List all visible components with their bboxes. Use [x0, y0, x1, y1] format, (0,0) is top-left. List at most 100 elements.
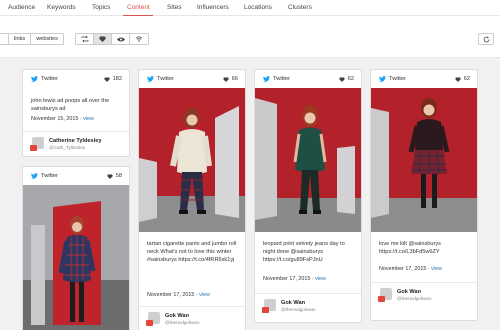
- post-card[interactable]: Twitter 62 love me kilt @sainsburys http…: [370, 69, 478, 321]
- post-author[interactable]: Catherine Tyldesley @Cath_Tyldesley: [23, 131, 129, 156]
- signal-button[interactable]: [130, 34, 148, 44]
- heart-icon: [339, 76, 345, 82]
- author-name: Catherine Tyldesley: [49, 138, 102, 144]
- post-source: Twitter: [31, 76, 58, 82]
- top-nav: Audience Keywords Topics Content Sites I…: [0, 0, 500, 16]
- avatar: [262, 299, 276, 313]
- author-name: Gok Wan: [165, 313, 190, 319]
- post-source: Twitter: [147, 76, 174, 82]
- nav-item-audience[interactable]: Audience: [8, 4, 35, 11]
- post-text: tartan cigarette pants and jumbo roll ne…: [147, 241, 237, 263]
- nav-item-keywords[interactable]: Keywords: [47, 4, 76, 11]
- view-link[interactable]: view: [83, 116, 94, 122]
- post-text: john lewis ad poops all over the sainsbu…: [31, 98, 110, 112]
- post-photo[interactable]: [371, 88, 478, 232]
- source-label: Twitter: [389, 76, 407, 82]
- source-label: Twitter: [157, 76, 175, 82]
- author-handle: @therealgokwan: [397, 296, 432, 301]
- post-photo[interactable]: [255, 88, 362, 232]
- likes-value: 62: [347, 76, 354, 82]
- twitter-icon: [31, 76, 38, 82]
- card-header: Twitter 62: [255, 70, 361, 88]
- heart-button[interactable]: [94, 34, 112, 44]
- twitter-icon: [379, 76, 386, 82]
- post-date: November 17, 2015 · view: [379, 266, 442, 272]
- author-name: Gok Wan: [397, 289, 422, 295]
- post-date: November 15, 2015 · view: [31, 116, 94, 122]
- avatar: [378, 288, 392, 302]
- post-author[interactable]: Gok Wan @therealgokwan: [255, 293, 361, 319]
- view-link[interactable]: view: [199, 292, 210, 298]
- date-text: November 15, 2015: [31, 116, 79, 122]
- eye-icon: [116, 37, 125, 41]
- source-label: Twitter: [41, 76, 59, 82]
- refresh-button[interactable]: [478, 33, 494, 45]
- retweet-button[interactable]: [76, 34, 94, 44]
- nav-item-clusters[interactable]: Clusters: [288, 4, 312, 11]
- post-text: leopard print velvety jeans day to night…: [263, 241, 345, 263]
- card-header: Twitter 182: [23, 70, 129, 88]
- nav-item-influencers[interactable]: Influencers: [197, 4, 229, 11]
- post-photo[interactable]: [23, 185, 130, 330]
- card-header: Twitter 66: [139, 70, 245, 88]
- type-filter-group: links websites: [0, 33, 64, 45]
- like-count: 62: [339, 76, 354, 82]
- post-source: Twitter: [31, 173, 58, 179]
- retweet-icon: [81, 36, 88, 42]
- avatar: [146, 312, 160, 326]
- like-count: 182: [104, 76, 122, 82]
- nav-item-topics[interactable]: Topics: [92, 4, 110, 11]
- author-handle: @therealgokwan: [281, 307, 316, 312]
- eye-button[interactable]: [112, 34, 130, 44]
- heart-icon: [455, 76, 461, 82]
- likes-value: 58: [115, 173, 122, 179]
- post-date: November 17, 2015 · view: [147, 292, 210, 298]
- author-handle: @therealgokwan: [165, 320, 200, 325]
- post-source: Twitter: [379, 76, 406, 82]
- type-filter-prev[interactable]: [0, 34, 9, 44]
- card-header: Twitter 62: [371, 70, 477, 88]
- post-author[interactable]: Gok Wan @therealgokwan: [371, 282, 477, 308]
- action-icon-group: [75, 33, 149, 45]
- source-label: Twitter: [273, 76, 291, 82]
- post-photo[interactable]: [139, 88, 246, 232]
- influencer-badge-icon: [378, 296, 385, 302]
- likes-value: 66: [231, 76, 238, 82]
- nav-item-content[interactable]: Content: [127, 4, 150, 11]
- heart-icon: [223, 76, 229, 82]
- influencer-badge-icon: [146, 320, 153, 326]
- post-card[interactable]: Twitter 62 leopard print velvety jeans d…: [254, 69, 362, 323]
- like-count: 58: [107, 173, 122, 179]
- influencer-badge-icon: [262, 307, 269, 313]
- author-name: Gok Wan: [281, 300, 306, 306]
- filter-websites-button[interactable]: websites: [31, 34, 63, 44]
- post-source: Twitter: [263, 76, 290, 82]
- source-label: Twitter: [41, 173, 59, 179]
- card-header: Twitter 58: [23, 167, 129, 185]
- filter-links-button[interactable]: links: [9, 34, 32, 44]
- nav-item-locations[interactable]: Locations: [244, 4, 272, 11]
- like-count: 62: [455, 76, 470, 82]
- influencer-badge-icon: [30, 145, 37, 151]
- post-author[interactable]: Gok Wan @therealgokwan: [139, 306, 245, 330]
- likes-value: 182: [112, 76, 122, 82]
- post-card[interactable]: Twitter 66 tartan cigarette pants and ju…: [138, 69, 246, 330]
- refresh-icon: [483, 36, 489, 42]
- view-link[interactable]: view: [431, 266, 442, 272]
- signal-icon: [135, 36, 143, 42]
- post-card[interactable]: Twitter 58: [22, 166, 130, 330]
- post-card[interactable]: Twitter 182 john lewis ad poops all over…: [22, 69, 130, 157]
- date-text: November 17, 2015: [379, 266, 427, 272]
- content-toolbar: links websites: [0, 16, 500, 58]
- date-text: November 17, 2015: [147, 292, 195, 298]
- twitter-icon: [31, 173, 38, 179]
- heart-icon: [107, 173, 113, 179]
- likes-value: 62: [463, 76, 470, 82]
- twitter-icon: [147, 76, 154, 82]
- nav-item-sites[interactable]: Sites: [167, 4, 181, 11]
- heart-icon: [104, 76, 110, 82]
- avatar: [30, 137, 44, 151]
- view-link[interactable]: view: [315, 276, 326, 282]
- post-text: love me kilt @sainsburys https://t.co/L3…: [379, 241, 441, 255]
- date-text: November 17, 2015: [263, 276, 311, 282]
